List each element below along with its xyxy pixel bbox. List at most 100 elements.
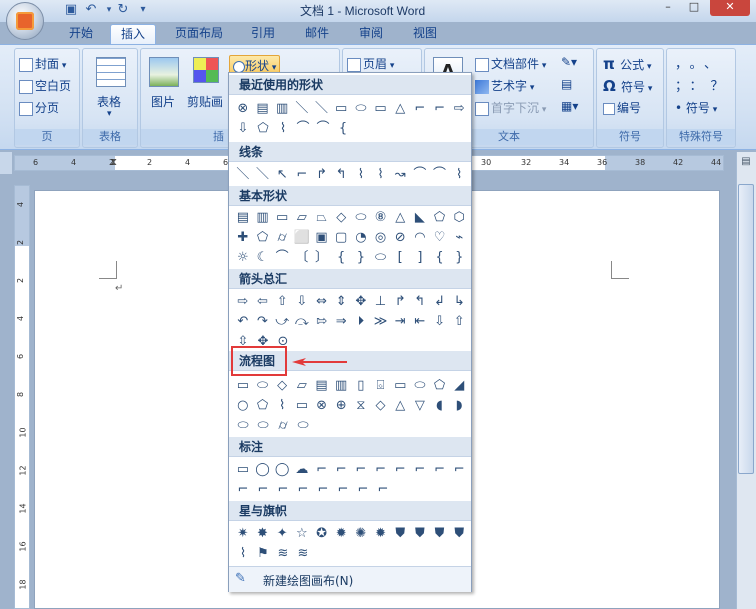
shape-flowchart-1-10-icon[interactable]: ◖ bbox=[430, 395, 450, 415]
shape-stars-1-3-icon[interactable]: ≋ bbox=[293, 543, 313, 563]
shape-callouts-0-7-icon[interactable]: ⌐ bbox=[371, 459, 391, 479]
signature-line-icon[interactable]: ✎▾ bbox=[561, 55, 577, 69]
shape-recent-0-2-icon[interactable]: ▥ bbox=[272, 98, 292, 118]
shape-stars-1-1-icon[interactable]: ⚑ bbox=[253, 543, 273, 563]
shape-stars-0-0-icon[interactable]: ✷ bbox=[233, 523, 253, 543]
shape-flowchart-1-5-icon[interactable]: ⊕ bbox=[331, 395, 351, 415]
special-symbol-button[interactable]: • 符号 ▾ bbox=[675, 99, 717, 116]
tab-view[interactable]: 视图 bbox=[402, 24, 448, 44]
shape-lines-0-4-icon[interactable]: ↱ bbox=[312, 164, 332, 184]
shape-stars-0-7-icon[interactable]: ✹ bbox=[371, 523, 391, 543]
shape-basic-0-0-icon[interactable]: ▤ bbox=[233, 207, 253, 227]
shape-stars-0-4-icon[interactable]: ✪ bbox=[312, 523, 332, 543]
shape-arrows-1-2-icon[interactable]: ⤻ bbox=[272, 311, 292, 331]
shape-arrows-0-11-icon[interactable]: ↳ bbox=[449, 291, 469, 311]
shape-flowchart-1-8-icon[interactable]: △ bbox=[390, 395, 410, 415]
shape-basic-2-4-icon[interactable]: 〕 bbox=[312, 247, 332, 267]
new-drawing-canvas-item[interactable]: ✎ 新建绘图画布(N) bbox=[229, 566, 471, 592]
shape-lines-0-2-icon[interactable]: ↖ bbox=[272, 164, 292, 184]
shape-arrows-0-8-icon[interactable]: ↱ bbox=[390, 291, 410, 311]
shape-flowchart-1-4-icon[interactable]: ⊗ bbox=[312, 395, 332, 415]
shape-basic-0-3-icon[interactable]: ▱ bbox=[292, 207, 312, 227]
numbering-button[interactable]: 编号 bbox=[603, 99, 641, 116]
shape-stars-0-11-icon[interactable]: ⛊ bbox=[449, 523, 469, 543]
undo-icon[interactable]: ↶ bbox=[82, 1, 100, 19]
drop-cap-button[interactable]: 首字下沉 ▾ bbox=[475, 99, 546, 116]
shape-arrows-1-3-icon[interactable]: ⤼ bbox=[292, 311, 312, 331]
tab-insert[interactable]: 插入 bbox=[110, 24, 156, 44]
shape-flowchart-0-1-icon[interactable]: ⬭ bbox=[253, 375, 273, 395]
shape-callouts-0-5-icon[interactable]: ⌐ bbox=[331, 459, 351, 479]
shape-flowchart-1-0-icon[interactable]: ○ bbox=[233, 395, 253, 415]
shape-callouts-1-6-icon[interactable]: ⌐ bbox=[353, 479, 373, 499]
picture-button[interactable]: 图片 bbox=[151, 93, 175, 110]
tab-home[interactable]: 开始 bbox=[56, 24, 106, 44]
shape-lines-0-6-icon[interactable]: ⌇ bbox=[351, 164, 371, 184]
shape-stars-0-1-icon[interactable]: ✸ bbox=[253, 523, 273, 543]
shape-flowchart-1-3-icon[interactable]: ▭ bbox=[292, 395, 312, 415]
date-time-icon[interactable]: ▤ bbox=[561, 77, 572, 91]
shape-callouts-1-2-icon[interactable]: ⌐ bbox=[273, 479, 293, 499]
shape-basic-2-6-icon[interactable]: } bbox=[351, 247, 371, 267]
shape-callouts-1-0-icon[interactable]: ⌐ bbox=[233, 479, 253, 499]
shape-flowchart-0-9-icon[interactable]: ⬭ bbox=[410, 375, 430, 395]
shape-stars-1-2-icon[interactable]: ≋ bbox=[273, 543, 293, 563]
blank-page-button[interactable]: 空白页 bbox=[19, 77, 71, 94]
shape-basic-2-9-icon[interactable]: ] bbox=[410, 247, 430, 267]
shape-basic-0-7-icon[interactable]: ⑧ bbox=[371, 207, 391, 227]
shape-arrows-1-0-icon[interactable]: ↶ bbox=[233, 311, 253, 331]
shape-arrows-0-0-icon[interactable]: ⇨ bbox=[233, 291, 253, 311]
cover-page-button[interactable]: 封面 ▾ bbox=[19, 55, 66, 72]
wordart-button[interactable]: 艺术字 ▾ bbox=[475, 77, 534, 94]
shape-arrows-2-0-icon[interactable]: ⇳ bbox=[233, 331, 253, 346]
tab-review[interactable]: 审阅 bbox=[348, 24, 394, 44]
table-button[interactable]: 表格 bbox=[97, 93, 121, 110]
shape-arrows-1-11-icon[interactable]: ⇧ bbox=[449, 311, 469, 331]
shape-arrows-0-7-icon[interactable]: ⊥ bbox=[371, 291, 391, 311]
shape-stars-0-9-icon[interactable]: ⛊ bbox=[410, 523, 430, 543]
shape-flowchart-2-3-icon[interactable]: ⬭ bbox=[293, 415, 313, 435]
redo-icon[interactable]: ↻ bbox=[114, 1, 132, 19]
shape-recent-1-4-icon[interactable]: ⌒ bbox=[313, 118, 333, 138]
shape-basic-0-11-icon[interactable]: ⬡ bbox=[449, 207, 469, 227]
shape-lines-0-1-icon[interactable]: ＼ bbox=[253, 164, 273, 184]
shape-callouts-0-1-icon[interactable]: ◯ bbox=[253, 459, 273, 479]
shape-lines-0-5-icon[interactable]: ↰ bbox=[331, 164, 351, 184]
shape-flowchart-2-2-icon[interactable]: ⌭ bbox=[273, 415, 293, 435]
shape-callouts-0-8-icon[interactable]: ⌐ bbox=[390, 459, 410, 479]
shape-callouts-0-11-icon[interactable]: ⌐ bbox=[449, 459, 469, 479]
shape-arrows-0-10-icon[interactable]: ↲ bbox=[430, 291, 450, 311]
shape-basic-0-5-icon[interactable]: ◇ bbox=[331, 207, 351, 227]
shape-recent-0-8-icon[interactable]: △ bbox=[390, 98, 410, 118]
ruler-toggle[interactable] bbox=[0, 152, 12, 174]
shape-basic-0-9-icon[interactable]: ◣ bbox=[410, 207, 430, 227]
shape-basic-2-3-icon[interactable]: 〔 bbox=[292, 247, 312, 267]
shape-flowchart-0-10-icon[interactable]: ⬠ bbox=[430, 375, 450, 395]
shape-lines-0-11-icon[interactable]: ⌇ bbox=[449, 164, 469, 184]
special-symbols-row-2[interactable]: ；：？ bbox=[675, 75, 732, 94]
shape-recent-0-4-icon[interactable]: ＼ bbox=[312, 98, 332, 118]
shape-callouts-1-5-icon[interactable]: ⌐ bbox=[333, 479, 353, 499]
header-button[interactable]: 页眉 ▾ bbox=[347, 55, 394, 72]
shape-lines-0-8-icon[interactable]: ↝ bbox=[390, 164, 410, 184]
shape-basic-2-7-icon[interactable]: ⬭ bbox=[371, 247, 391, 267]
save-icon[interactable]: ▣ bbox=[62, 1, 80, 19]
shape-recent-1-3-icon[interactable]: ⌒ bbox=[293, 118, 313, 138]
shape-flowchart-1-6-icon[interactable]: ⧖ bbox=[351, 395, 371, 415]
shape-flowchart-0-8-icon[interactable]: ▭ bbox=[390, 375, 410, 395]
shape-basic-1-8-icon[interactable]: ⊘ bbox=[390, 227, 410, 247]
shape-arrows-0-1-icon[interactable]: ⇦ bbox=[253, 291, 273, 311]
shape-basic-1-11-icon[interactable]: ⌁ bbox=[449, 227, 469, 247]
minimize-button[interactable]: – bbox=[656, 0, 680, 16]
shape-arrows-2-2-icon[interactable]: ⊙ bbox=[273, 331, 293, 346]
shape-recent-0-5-icon[interactable]: ▭ bbox=[331, 98, 351, 118]
shape-basic-1-5-icon[interactable]: ▢ bbox=[331, 227, 351, 247]
shape-basic-2-0-icon[interactable]: ☼ bbox=[233, 247, 253, 267]
shape-stars-0-3-icon[interactable]: ☆ bbox=[292, 523, 312, 543]
shape-stars-0-8-icon[interactable]: ⛊ bbox=[390, 523, 410, 543]
shape-recent-1-2-icon[interactable]: ⌇ bbox=[273, 118, 293, 138]
shape-flowchart-1-1-icon[interactable]: ⬠ bbox=[253, 395, 273, 415]
shape-arrows-1-5-icon[interactable]: ⇒ bbox=[331, 311, 351, 331]
shape-basic-1-3-icon[interactable]: ⬜ bbox=[292, 227, 312, 247]
shape-basic-0-1-icon[interactable]: ▥ bbox=[253, 207, 273, 227]
